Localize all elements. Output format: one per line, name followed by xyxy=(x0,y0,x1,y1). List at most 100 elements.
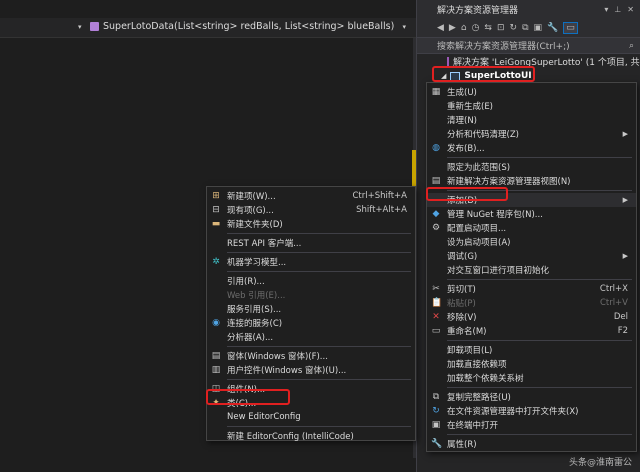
forward-icon[interactable]: ▶ xyxy=(449,23,456,33)
menu-item-add-14[interactable]: ▤ 窗体(Windows 窗体)(F)... xyxy=(207,349,415,363)
back-icon[interactable]: ◀ xyxy=(437,23,444,33)
expand-icon[interactable]: ◢ xyxy=(441,72,446,80)
home-icon[interactable]: ⌂ xyxy=(461,23,467,33)
wrench-icon[interactable]: 🔧 xyxy=(547,23,558,33)
search-input[interactable]: 搜索解决方案资源管理器(Ctrl+;) ⌕ xyxy=(417,38,640,54)
project-context-menu: ▦ 生成(U) 重新生成(E) 清理(N) 分析和代码清理(Z) ▶ ◍ 发布(B)... 限定… xyxy=(426,82,637,452)
menu-item-project-16[interactable]: ✂ 剪切(T) Ctrl+X xyxy=(427,282,636,296)
chevron-down-icon[interactable]: ▾ xyxy=(78,23,82,31)
close-icon[interactable]: ✕ xyxy=(627,5,634,14)
menu-item-add-0[interactable]: ⊞ 新建项(W)... Ctrl+Shift+A xyxy=(207,189,415,203)
folder-icon: ▬ xyxy=(211,219,221,229)
menu-item-project-3[interactable]: 分析和代码清理(Z) ▶ xyxy=(427,127,636,141)
menu-item-add-8[interactable]: 引用(R)... xyxy=(207,274,415,288)
menu-separator xyxy=(227,252,411,253)
menu-item-add-18[interactable]: ✦ 类(C)... xyxy=(207,396,415,410)
menu-item-project-9[interactable]: 添加(D) ▶ xyxy=(427,193,636,207)
globe-icon: ◍ xyxy=(432,143,440,153)
menu-item-project-14[interactable]: 对交互窗口进行项目初始化 xyxy=(427,263,636,277)
add-submenu: ⊞ 新建项(W)... Ctrl+Shift+A ⊟ 现有项(G)... Shift+Al… xyxy=(206,186,416,443)
menu-item-project-7[interactable]: ▤ 新建解决方案资源管理器视图(N) xyxy=(427,174,636,188)
menu-item-project-19[interactable]: ▭ 重命名(M) F2 xyxy=(427,324,636,338)
menu-item-label: 类(C)... xyxy=(227,399,257,409)
menu-item-label: 在文件资源管理器中打开文件夹(X) xyxy=(447,407,579,417)
menu-item-add-17[interactable]: ◫ 组件(N)... xyxy=(207,382,415,396)
project-label: SuperLottoUI xyxy=(464,71,532,81)
connected-icon: ◉ xyxy=(212,318,220,328)
menu-item-label: 分析和代码清理(Z) xyxy=(447,130,519,140)
history-icon[interactable]: ◷ xyxy=(472,23,480,33)
ml-icon: ✲ xyxy=(212,257,220,267)
menu-item-project-25[interactable]: ⧉ 复制完整路径(U) xyxy=(427,390,636,404)
menu-item-add-4[interactable]: REST API 客户端... xyxy=(207,236,415,250)
menu-item-add-21[interactable]: 新建 EditorConfig (IntelliCode) xyxy=(207,429,415,443)
navigation-bar: ▾ SuperLotoData(List<string> redBalls, L… xyxy=(0,18,416,38)
menu-item-project-0[interactable]: ▦ 生成(U) xyxy=(427,85,636,99)
menu-item-project-12[interactable]: 设为启动项目(A) xyxy=(427,235,636,249)
menu-item-project-6[interactable]: 限定为此范围(S) xyxy=(427,160,636,174)
menu-item-label: 引用(R)... xyxy=(227,277,265,287)
menu-separator xyxy=(227,233,411,234)
menu-separator xyxy=(227,426,411,427)
form-icon: ▤ xyxy=(211,351,221,361)
menu-separator xyxy=(227,271,411,272)
new-item-icon: ⊞ xyxy=(212,191,220,201)
solution-label: 解决方案 'LeiGongSuperLotto' (1 个项目, 共 1 个) xyxy=(453,57,640,68)
refresh-icon[interactable]: ↻ xyxy=(510,23,518,33)
pending-changes-icon[interactable]: ⊡ xyxy=(497,23,505,33)
menu-item-project-1[interactable]: 重新生成(E) xyxy=(427,99,636,113)
paste-icon: 📋 xyxy=(431,298,443,308)
preview-icon[interactable]: ▭ xyxy=(563,21,578,34)
menu-item-add-19[interactable]: New EditorConfig xyxy=(207,410,415,424)
menu-item-label: REST API 客户端... xyxy=(227,239,302,249)
project-icon xyxy=(450,71,461,81)
menu-item-add-10[interactable]: 服务引用(S)... xyxy=(207,302,415,316)
menu-item-add-15[interactable]: ▥ 用户控件(Windows 窗体)(U)... xyxy=(207,363,415,377)
search-placeholder: 搜索解决方案资源管理器(Ctrl+;) xyxy=(437,42,570,52)
menu-item-project-10[interactable]: ◆ 管理 NuGet 程序包(N)... xyxy=(427,207,636,221)
menu-item-add-1[interactable]: ⊟ 现有项(G)... Shift+Alt+A xyxy=(207,203,415,217)
pin-icon[interactable]: ⊥ xyxy=(614,5,621,14)
menu-item-label: New EditorConfig xyxy=(227,412,301,422)
menu-item-add-11[interactable]: ◉ 连接的服务(C) xyxy=(207,316,415,330)
menu-item-shortcut: F2 xyxy=(617,326,628,336)
menu-item-label: 用户控件(Windows 窗体)(U)... xyxy=(227,366,347,376)
menu-item-add-6[interactable]: ✲ 机器学习模型... xyxy=(207,255,415,269)
menu-item-label: Web 引用(E)... xyxy=(227,291,286,301)
view-icon[interactable]: ▣ xyxy=(534,23,543,33)
menu-item-project-4[interactable]: ◍ 发布(B)... xyxy=(427,141,636,155)
menu-item-label: 剪切(T) xyxy=(447,285,476,295)
solution-explorer-title: 解决方案资源管理器 ▾ ⊥ ✕ xyxy=(417,0,640,18)
dropdown-icon[interactable]: ▾ xyxy=(604,5,608,14)
menu-item-label: 对交互窗口进行项目初始化 xyxy=(447,266,550,276)
solution-node[interactable]: 解决方案 'LeiGongSuperLotto' (1 个项目, 共 1 个) xyxy=(417,54,640,68)
sync-icon[interactable]: ⇆ xyxy=(484,23,492,33)
solution-explorer-toolbar: ◀ ▶ ⌂ ◷ ⇆ ⊡ ↻ ⧉ ▣ 🔧 ▭ xyxy=(417,18,640,38)
menu-item-project-2[interactable]: 清理(N) xyxy=(427,113,636,127)
menu-item-project-18[interactable]: ✕ 移除(V) Del xyxy=(427,310,636,324)
member-dropdown[interactable]: SuperLotoData(List<string> redBalls, Lis… xyxy=(90,21,394,32)
chevron-right-icon: ▶ xyxy=(622,130,628,138)
menu-item-label: 管理 NuGet 程序包(N)... xyxy=(447,210,543,220)
menu-item-project-26[interactable]: ↻ 在文件资源管理器中打开文件夹(X) xyxy=(427,404,636,418)
build-icon: ▦ xyxy=(431,87,441,97)
menu-item-project-13[interactable]: 调试(G) ▶ xyxy=(427,249,636,263)
menu-item-project-11[interactable]: ⚙ 配置启动项目... xyxy=(427,221,636,235)
scissors-icon: ✂ xyxy=(432,284,440,294)
menu-item-project-23[interactable]: 加载整个依赖关系树 xyxy=(427,371,636,385)
menu-item-project-22[interactable]: 加载直接依赖项 xyxy=(427,357,636,371)
chevron-down-icon[interactable]: ▾ xyxy=(402,23,406,31)
menu-item-project-27[interactable]: ▣ 在终端中打开 xyxy=(427,418,636,432)
menu-separator xyxy=(447,157,632,158)
menu-item-label: 服务引用(S)... xyxy=(227,305,282,315)
search-icon[interactable]: ⌕ xyxy=(629,41,640,51)
menu-item-label: 移除(V) xyxy=(447,313,477,323)
copy-icon[interactable]: ⧉ xyxy=(522,23,528,33)
menu-item-project-29[interactable]: 🔧 属性(R) xyxy=(427,437,636,451)
menu-item-project-21[interactable]: 卸载项目(L) xyxy=(427,343,636,357)
member-signature: SuperLotoData(List<string> redBalls, Lis… xyxy=(103,21,395,32)
menu-item-add-12[interactable]: 分析器(A)... xyxy=(207,330,415,344)
menu-item-label: 设为启动项目(A) xyxy=(447,238,511,248)
menu-separator xyxy=(447,190,632,191)
menu-item-add-2[interactable]: ▬ 新建文件夹(D) xyxy=(207,217,415,231)
